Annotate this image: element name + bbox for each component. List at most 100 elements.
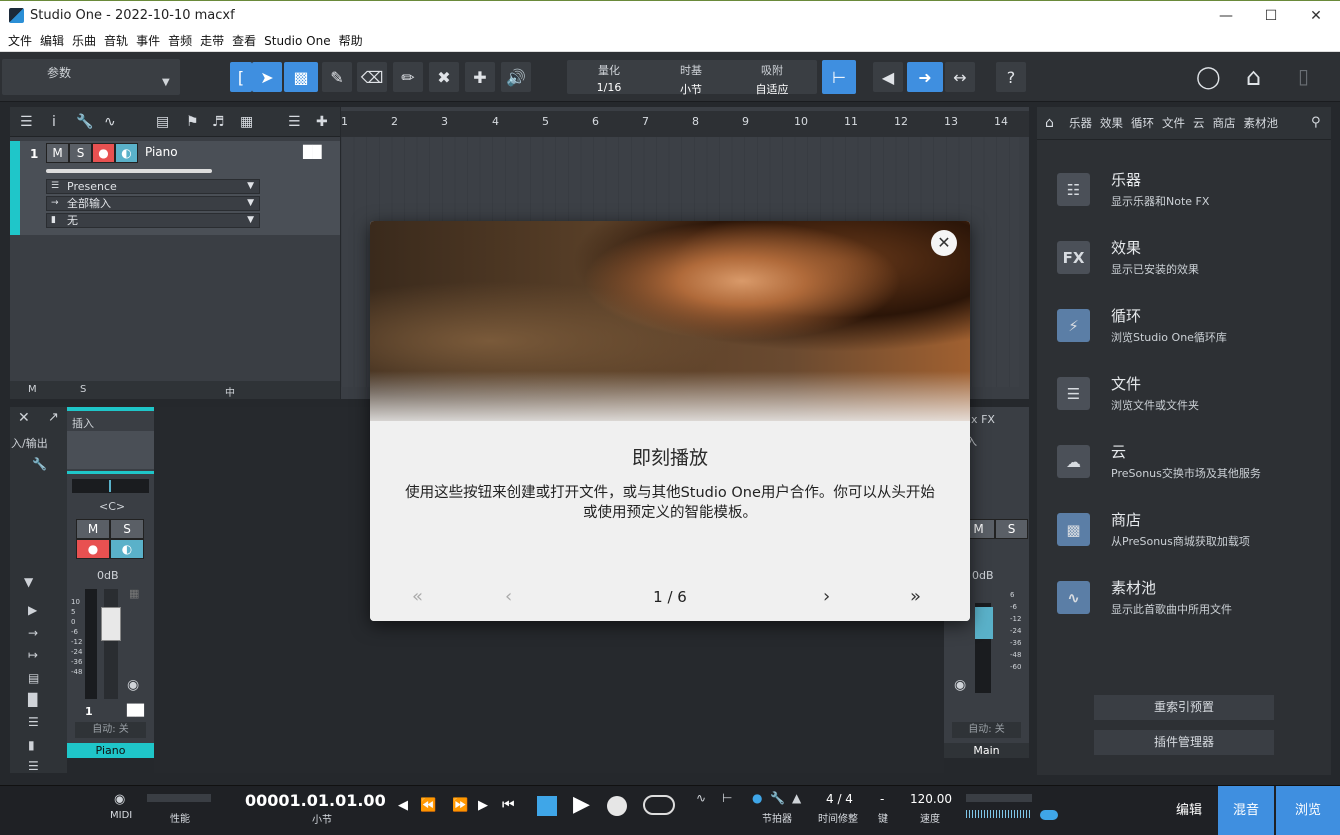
menu-view[interactable]: 查看: [228, 32, 260, 49]
wrench-icon[interactable]: 🔧: [32, 457, 47, 471]
bend-tool-icon[interactable]: ✚: [465, 62, 495, 92]
help-button[interactable]: ?: [996, 62, 1026, 92]
io-label[interactable]: 入/输出: [11, 435, 48, 451]
arrow-tool-icon[interactable]: ➤: [252, 62, 282, 92]
main-pan-knob-icon[interactable]: ◉: [954, 677, 966, 693]
time-unit[interactable]: 小节: [312, 811, 332, 826]
track-name[interactable]: Piano: [145, 145, 178, 159]
menu-transport[interactable]: 走带: [196, 32, 228, 49]
arrows-icon[interactable]: ▼: [24, 575, 33, 589]
rewind-icon[interactable]: ⏪: [420, 798, 436, 813]
solo-button[interactable]: S: [69, 143, 92, 163]
record-arm-button[interactable]: ●: [76, 539, 110, 559]
browser-item-effects[interactable]: FX 效果 显示已安装的效果: [1057, 237, 1317, 297]
solo-button[interactable]: S: [110, 519, 144, 539]
chord-icon[interactable]: ♬: [212, 114, 225, 130]
fast-forward-icon[interactable]: ⏩: [452, 798, 468, 813]
info-icon[interactable]: i: [52, 114, 56, 130]
expand-icon[interactable]: ↗: [48, 410, 59, 425]
collapse-icon[interactable]: ▶: [28, 603, 37, 617]
play-button[interactable]: ▶: [573, 792, 590, 817]
tab-files[interactable]: 文件: [1158, 115, 1189, 131]
tab-cloud[interactable]: 云: [1189, 115, 1209, 131]
marker-icon[interactable]: ⚑: [186, 114, 199, 130]
tempo-value[interactable]: 120.00: [910, 792, 952, 806]
punch-icon[interactable]: ⊢: [722, 791, 732, 805]
reindex-presets-button[interactable]: 重索引预置: [1094, 695, 1274, 720]
track-header[interactable]: 1 M S ● ◐ Piano ██ ☰ Presence ▼ → 全部输入 ▼ ▮ 无 ▼: [10, 141, 340, 235]
menu-audio[interactable]: 音频: [164, 32, 196, 49]
stop-button[interactable]: [537, 796, 557, 816]
instrument-icon[interactable]: ▤: [28, 671, 39, 685]
metronome-settings-icon[interactable]: 🔧: [770, 791, 785, 805]
main-solo-button[interactable]: S: [995, 519, 1028, 539]
search-icon[interactable]: ⚲: [1311, 115, 1321, 130]
key-value[interactable]: -: [880, 792, 884, 806]
mute-button[interactable]: M: [46, 143, 69, 163]
previous-page-icon[interactable]: ‹: [505, 586, 512, 607]
pre-roll-icon[interactable]: ∿: [696, 791, 706, 805]
follow-icon[interactable]: ➜: [907, 62, 943, 92]
range-tool-icon[interactable]: ▩: [284, 62, 318, 92]
menu-track[interactable]: 音轨: [100, 32, 132, 49]
split-view-icon[interactable]: ↔: [945, 62, 975, 92]
eraser-tool-icon[interactable]: ⌫: [357, 62, 387, 92]
listen-tool-icon[interactable]: 🔊: [501, 62, 531, 92]
snap-select[interactable]: 吸附 自适应: [737, 62, 807, 97]
output-select[interactable]: ▮ 无 ▼: [46, 213, 260, 228]
browser-item-instruments[interactable]: ☷ 乐器 显示乐器和Note FX: [1057, 169, 1317, 229]
footer-mid[interactable]: 中: [225, 384, 235, 399]
grid-icon[interactable]: ▦: [240, 114, 253, 130]
close-icon[interactable]: ✕: [931, 230, 957, 256]
channel-name-strip[interactable]: Piano: [67, 743, 154, 758]
metronome-icon[interactable]: ▲: [792, 791, 801, 805]
time-signature-value[interactable]: 4 / 4: [826, 792, 853, 806]
browser-item-files[interactable]: ☰ 文件 浏览文件或文件夹: [1057, 373, 1317, 433]
browser-item-shop[interactable]: ▩ 商店 从PreSonus商城获取加载项: [1057, 509, 1317, 569]
menu-event[interactable]: 事件: [132, 32, 164, 49]
timebase-select[interactable]: 时基 小节: [656, 62, 726, 97]
metronome-dot-icon[interactable]: ●: [752, 791, 762, 805]
automation-mode[interactable]: 自动: 关: [75, 722, 146, 738]
pan-slider[interactable]: [72, 479, 149, 493]
insert-slot[interactable]: [67, 431, 154, 469]
menu-icon[interactable]: ☰: [20, 114, 33, 130]
rewind-start-icon[interactable]: ◀: [398, 798, 408, 813]
quantize-select[interactable]: 量化 1/16: [574, 62, 644, 94]
menu-edit[interactable]: 编辑: [36, 32, 68, 49]
browser-item-cloud[interactable]: ☁ 云 PreSonus交换市场及其他服务: [1057, 441, 1317, 501]
main-volume-fader[interactable]: [975, 607, 993, 639]
plugin-manager-button[interactable]: 插件管理器: [1094, 730, 1274, 755]
close-icon[interactable]: ✕: [18, 410, 30, 426]
tab-effects[interactable]: 效果: [1096, 115, 1127, 131]
output-channel-icon[interactable]: ↦: [28, 648, 38, 662]
main-automation-mode[interactable]: 自动: 关: [952, 722, 1021, 738]
close-window-icon[interactable]: ✕: [1302, 5, 1330, 27]
edit-view-button[interactable]: 编辑: [1161, 786, 1217, 835]
go-to-start-icon[interactable]: ⏮: [502, 797, 515, 813]
menu-help[interactable]: 帮助: [335, 32, 367, 49]
mix-view-button[interactable]: 混音: [1218, 786, 1274, 835]
list-icon[interactable]: ☰: [28, 759, 39, 773]
home-icon[interactable]: ⌂: [1246, 63, 1261, 91]
footer-s[interactable]: S: [80, 384, 86, 395]
wrench-icon[interactable]: 🔧: [76, 114, 93, 130]
document-icon[interactable]: ▯: [1298, 64, 1309, 88]
footer-m[interactable]: M: [28, 384, 37, 395]
menu-file[interactable]: 文件: [4, 32, 36, 49]
mute-button[interactable]: M: [76, 519, 110, 539]
range-bracket-icon[interactable]: [: [230, 62, 252, 92]
menu-song[interactable]: 乐曲: [68, 32, 100, 49]
input-select[interactable]: → 全部输入 ▼: [46, 196, 260, 211]
automation-icon[interactable]: ∿: [104, 114, 116, 130]
tab-instruments[interactable]: 乐器: [1065, 115, 1096, 131]
volume-fader[interactable]: [101, 607, 121, 641]
browser-item-loops[interactable]: ⚡ 循环 浏览Studio One循环库: [1057, 305, 1317, 365]
mute-tool-icon[interactable]: ✖: [429, 62, 459, 92]
first-page-icon[interactable]: «: [412, 586, 423, 607]
preset-select[interactable]: ☰ Presence ▼: [46, 179, 260, 194]
stack-icon[interactable]: ☰: [28, 715, 39, 729]
tab-loops[interactable]: 循环: [1127, 115, 1158, 131]
insert-label[interactable]: 插入: [72, 415, 94, 431]
browser-item-pool[interactable]: ∿ 素材池 显示此首歌曲中所用文件: [1057, 577, 1317, 637]
